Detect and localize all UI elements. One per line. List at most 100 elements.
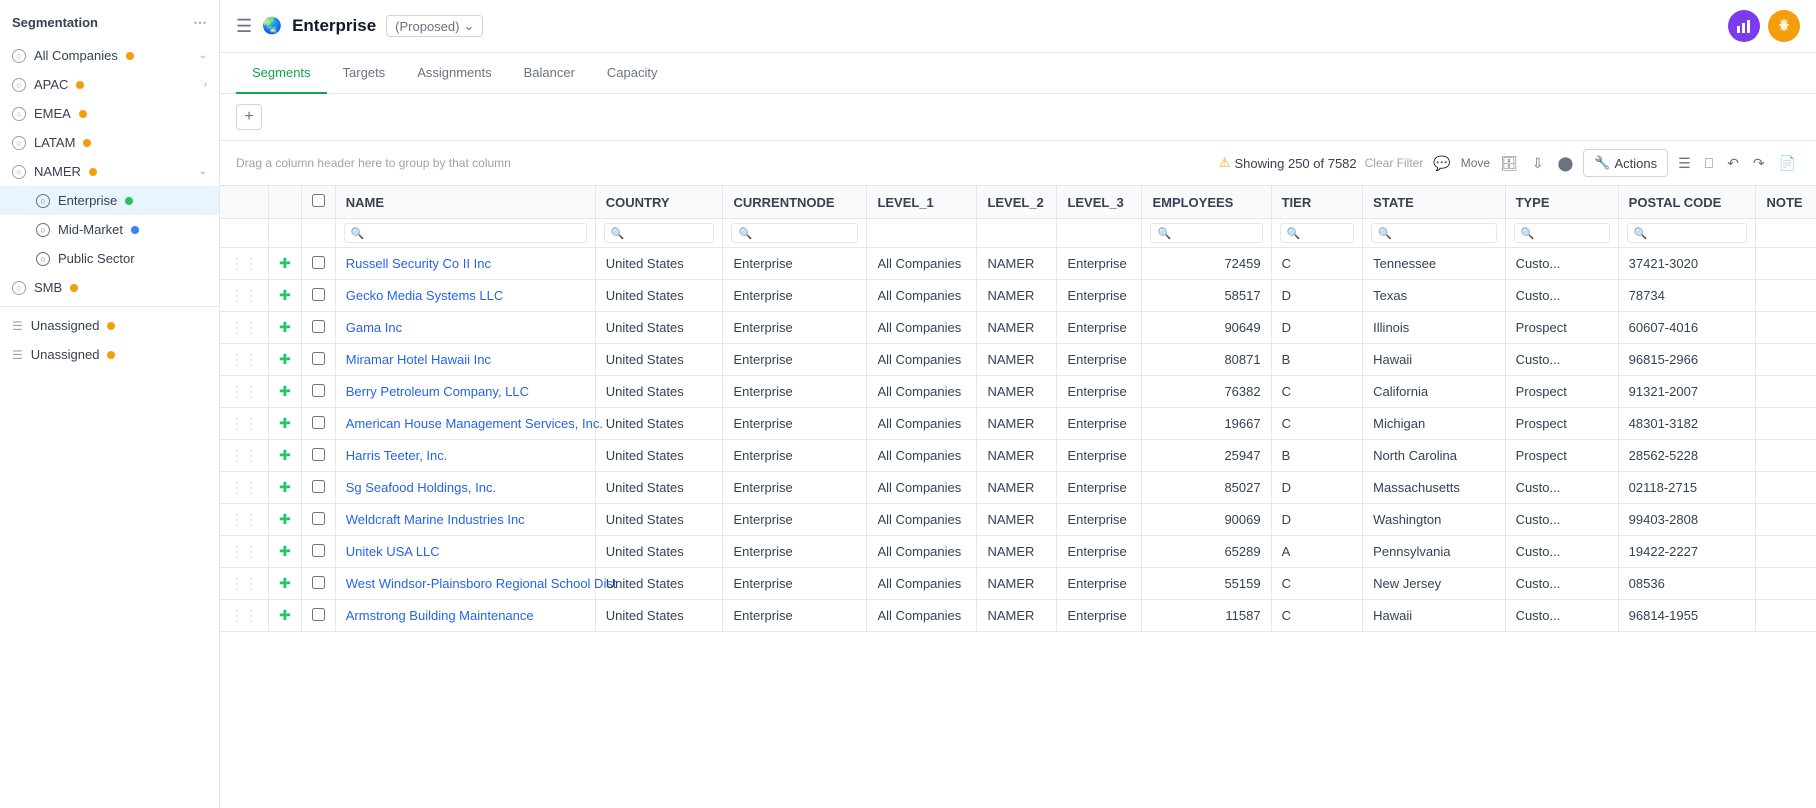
cell-country: United States	[595, 248, 723, 280]
search-country-input[interactable]	[628, 226, 707, 240]
sidebar-more-icon[interactable]: ⋯	[193, 14, 207, 31]
col-header-level2[interactable]: LEVEL_2	[977, 186, 1057, 219]
sidebar-item-unassigned-2[interactable]: ☰ Unassigned	[0, 340, 219, 369]
col-header-type[interactable]: TYPE	[1505, 186, 1618, 219]
select-all-checkbox[interactable]	[312, 194, 325, 207]
search-icon-country: 🔍	[611, 227, 625, 240]
sidebar-item-unassigned-1[interactable]: ☰ Unassigned	[0, 311, 219, 340]
col-header-level3[interactable]: LEVEL_3	[1057, 186, 1142, 219]
sidebar-item-smb[interactable]: ○ SMB	[0, 273, 219, 302]
row-checkbox[interactable]	[312, 288, 325, 301]
row-checkbox[interactable]	[312, 608, 325, 621]
row-checkbox[interactable]	[312, 384, 325, 397]
cell-state: Illinois	[1363, 312, 1505, 344]
tab-balancer[interactable]: Balancer	[508, 53, 591, 94]
col-header-tier[interactable]: TIER	[1271, 186, 1363, 219]
undo-icon[interactable]: ↶	[1723, 151, 1743, 176]
sidebar-item-public-sector[interactable]: ○ Public Sector	[0, 244, 219, 273]
add-row-icon[interactable]: ✚	[279, 575, 291, 591]
add-row-icon[interactable]: ✚	[279, 447, 291, 463]
company-link[interactable]: Unitek USA LLC	[346, 544, 440, 559]
redo-icon[interactable]: ↷	[1749, 151, 1769, 176]
add-row-icon[interactable]: ✚	[279, 479, 291, 495]
row-checkbox[interactable]	[312, 416, 325, 429]
sidebar-item-enterprise[interactable]: ○ Enterprise	[0, 186, 219, 215]
database-icon[interactable]: 🗄	[1496, 151, 1522, 176]
delete-icon[interactable]: ⎕	[1701, 151, 1717, 176]
analytics-button[interactable]	[1728, 10, 1760, 42]
col-header-level1[interactable]: LEVEL_1	[867, 186, 977, 219]
circle-icon[interactable]: ⬤	[1554, 151, 1578, 176]
company-link[interactable]: West Windsor-Plainsboro Regional School …	[346, 576, 617, 591]
company-link[interactable]: Sg Seafood Holdings, Inc.	[346, 480, 496, 495]
col-header-currentnode[interactable]: CURRENTNODE	[723, 186, 867, 219]
filter-icon[interactable]: ☰	[1674, 151, 1695, 176]
add-row-icon[interactable]: ✚	[279, 351, 291, 367]
add-row-icon[interactable]: ✚	[279, 255, 291, 271]
col-header-name[interactable]: NAME	[335, 186, 595, 219]
sidebar-item-namer[interactable]: ○ NAMER ⌄	[0, 157, 219, 186]
company-link[interactable]: Miramar Hotel Hawaii Inc	[346, 352, 491, 367]
search-postal-input[interactable]	[1651, 226, 1740, 240]
tab-segments[interactable]: Segments	[236, 53, 327, 94]
search-state-input[interactable]	[1396, 226, 1490, 240]
company-link[interactable]: Harris Teeter, Inc.	[346, 448, 448, 463]
row-checkbox[interactable]	[312, 512, 325, 525]
tab-targets[interactable]: Targets	[327, 53, 402, 94]
company-link[interactable]: Gecko Media Systems LLC	[346, 288, 504, 303]
clear-filter-text[interactable]: Clear Filter	[1365, 156, 1424, 170]
row-checkbox[interactable]	[312, 576, 325, 589]
sidebar: Segmentation ⋯ ○ All Companies ⌄ ○ APAC …	[0, 0, 220, 808]
col-header-employees[interactable]: EMPLOYEES	[1142, 186, 1271, 219]
col-header-note[interactable]: NOTE	[1756, 186, 1816, 219]
add-row-icon[interactable]: ✚	[279, 287, 291, 303]
search-tier-input[interactable]	[1304, 226, 1347, 240]
row-checkbox[interactable]	[312, 320, 325, 333]
company-link[interactable]: Gama Inc	[346, 320, 402, 335]
search-name-input[interactable]	[368, 226, 579, 240]
drag-handle-cell: ⋮⋮	[220, 248, 269, 280]
add-row-icon[interactable]: ✚	[279, 543, 291, 559]
export-icon[interactable]: 📄	[1775, 151, 1800, 176]
tab-capacity[interactable]: Capacity	[591, 53, 674, 94]
tab-assignments[interactable]: Assignments	[401, 53, 507, 94]
row-checkbox[interactable]	[312, 544, 325, 557]
search-emp-input[interactable]	[1175, 226, 1255, 240]
col-header-state[interactable]: STATE	[1363, 186, 1505, 219]
sidebar-item-label: Enterprise	[58, 193, 117, 208]
col-header-country[interactable]: COUNTRY	[595, 186, 723, 219]
row-checkbox[interactable]	[312, 480, 325, 493]
sidebar-item-latam[interactable]: ○ LATAM	[0, 128, 219, 157]
sidebar-item-apac[interactable]: ○ APAC ›	[0, 70, 219, 99]
search-node-input[interactable]	[756, 226, 851, 240]
company-link[interactable]: Russell Security Co II Inc	[346, 256, 491, 271]
globe-icon-namer: ○	[12, 165, 26, 179]
check-cell	[301, 504, 335, 536]
sidebar-item-emea[interactable]: ○ EMEA	[0, 99, 219, 128]
search-type-input[interactable]	[1538, 226, 1602, 240]
hamburger-icon[interactable]: ☰	[236, 16, 252, 37]
company-link[interactable]: Armstrong Building Maintenance	[346, 608, 534, 623]
company-link[interactable]: Berry Petroleum Company, LLC	[346, 384, 529, 399]
company-link[interactable]: American House Management Services, Inc.	[346, 416, 603, 431]
actions-button[interactable]: 🔧 Actions	[1583, 149, 1668, 177]
add-row-icon[interactable]: ✚	[279, 383, 291, 399]
status-badge[interactable]: (Proposed) ⌄	[386, 15, 483, 37]
download-icon[interactable]: ⇩	[1528, 151, 1548, 176]
sidebar-item-mid-market[interactable]: ○ Mid-Market	[0, 215, 219, 244]
sidebar-item-all-companies[interactable]: ○ All Companies ⌄	[0, 41, 219, 70]
add-column-button[interactable]: +	[236, 104, 262, 130]
add-row-icon[interactable]: ✚	[279, 415, 291, 431]
add-row-icon[interactable]: ✚	[279, 607, 291, 623]
move-text[interactable]: Move	[1461, 156, 1490, 170]
row-checkbox[interactable]	[312, 352, 325, 365]
add-row-icon[interactable]: ✚	[279, 319, 291, 335]
cell-level2: NAMER	[977, 280, 1057, 312]
add-row-icon[interactable]: ✚	[279, 511, 291, 527]
col-header-postal[interactable]: POSTAL CODE	[1618, 186, 1756, 219]
company-link[interactable]: Weldcraft Marine Industries Inc	[346, 512, 525, 527]
row-checkbox[interactable]	[312, 256, 325, 269]
settings-button[interactable]	[1768, 10, 1800, 42]
row-checkbox[interactable]	[312, 448, 325, 461]
comment-icon[interactable]: 💬	[1429, 151, 1454, 176]
